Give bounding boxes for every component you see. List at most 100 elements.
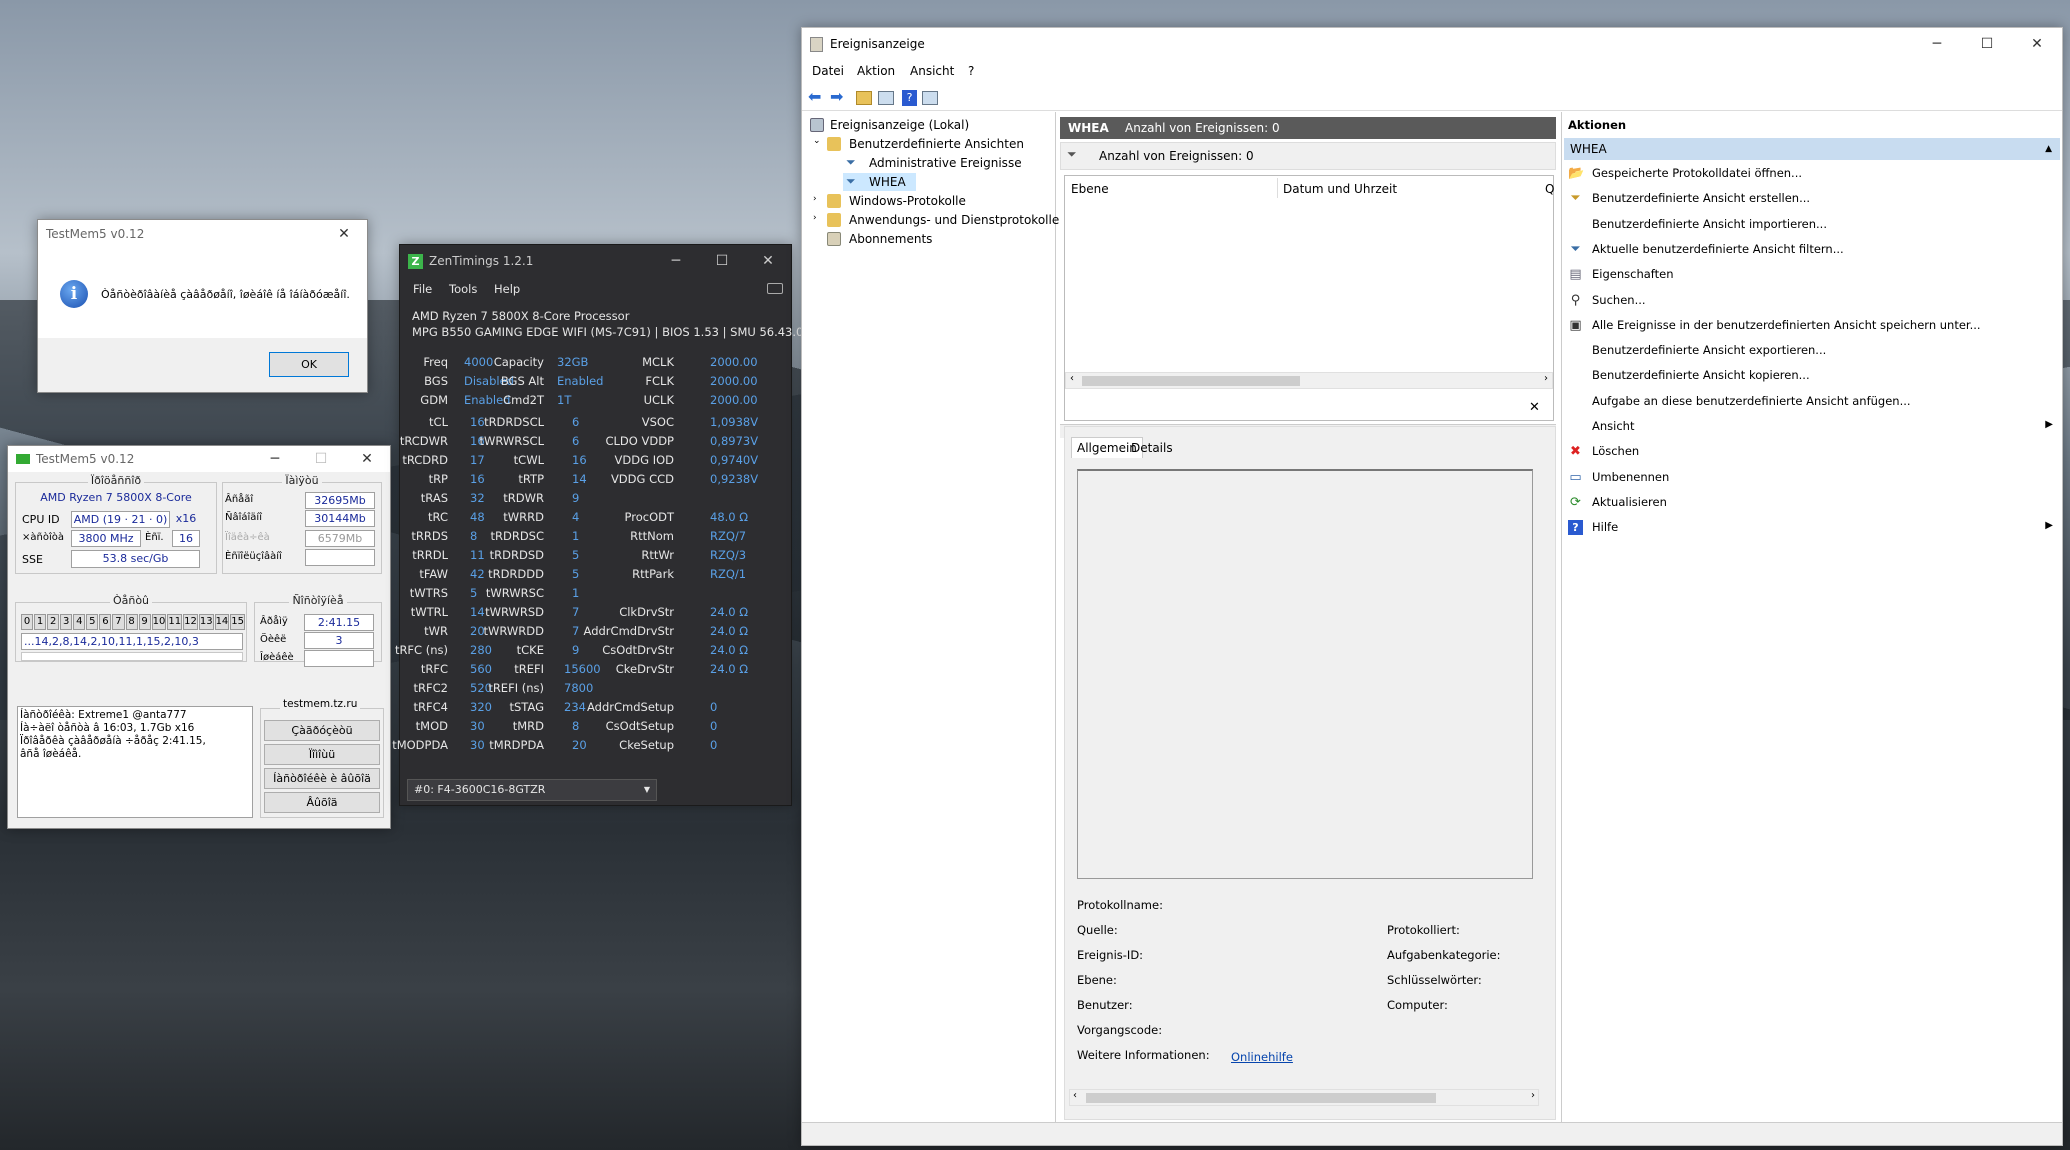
scroll-right-icon[interactable]: ›: [1531, 1090, 1535, 1101]
action-item[interactable]: Suchen...: [1592, 293, 1646, 307]
menu-ansicht[interactable]: Ansicht: [910, 64, 954, 78]
load-config-button[interactable]: Çàãðóçèòü: [264, 720, 380, 741]
action-item[interactable]: Benutzerdefinierte Ansicht exportieren..…: [1592, 343, 1826, 357]
exit-button[interactable]: Âûõîä: [264, 792, 380, 813]
column-separator: [1277, 178, 1278, 198]
timing-value: 24.0 Ω: [710, 624, 749, 638]
timing-value: 9: [572, 643, 580, 657]
property-label: Schlüsselwörter:: [1387, 973, 1482, 987]
preview-pane: Allgemein Details Onlinehilfe ‹ › Protok…: [1064, 426, 1556, 1120]
collapse-up-icon[interactable]: ▲: [2045, 138, 2052, 160]
menu-aktion[interactable]: Aktion: [857, 64, 895, 78]
action-item[interactable]: Umbenennen: [1592, 470, 1669, 484]
property-label: Quelle:: [1077, 923, 1118, 937]
action-item[interactable]: Aufgabe an diese benutzerdefinierte Ansi…: [1592, 394, 1911, 408]
maximize-button[interactable]: ☐: [699, 247, 745, 275]
tree-root[interactable]: Ereignisanzeige (Lokal): [830, 118, 969, 132]
tree-subscriptions[interactable]: Abonnements: [849, 232, 932, 246]
tree-whea[interactable]: WHEA: [869, 175, 906, 189]
events-list[interactable]: Ebene Datum und Uhrzeit Q ‹ ›: [1064, 175, 1554, 421]
test-box: 7: [112, 614, 125, 630]
menu-file[interactable]: File: [413, 282, 432, 296]
forward-arrow-icon[interactable]: ➡: [830, 87, 843, 106]
chevron-right-icon: ▶: [2045, 419, 2053, 430]
action-item[interactable]: Aktualisieren: [1592, 495, 1667, 509]
action-item[interactable]: Hilfe: [1592, 520, 1618, 534]
show-pane-icon[interactable]: [878, 91, 894, 105]
scrollbar-thumb[interactable]: [1082, 376, 1300, 386]
timing-value: 20: [470, 624, 485, 638]
action-item[interactable]: Benutzerdefinierte Ansicht importieren..…: [1592, 217, 1827, 231]
action-item[interactable]: Ansicht: [1592, 419, 1634, 433]
processor-group-title: Ïðîöåññîð: [87, 474, 145, 487]
chevron-right-icon[interactable]: ›: [813, 194, 817, 204]
action-item[interactable]: Eigenschaften: [1592, 267, 1674, 281]
chevron-down-icon[interactable]: ⌄: [813, 136, 821, 146]
action-item[interactable]: Gespeicherte Protokolldatei öffnen...: [1592, 166, 1802, 180]
column-level[interactable]: Ebene: [1071, 182, 1109, 196]
menu-tools[interactable]: Tools: [449, 282, 477, 296]
action-item[interactable]: Alle Ereignisse in der benutzerdefiniert…: [1592, 318, 1981, 332]
close-button[interactable]: ✕: [321, 220, 367, 248]
total-memory-field: 32695Mb: [305, 492, 375, 509]
filter-bar: ⏷ Anzahl von Ereignissen: 0: [1060, 142, 1556, 170]
close-button[interactable]: ✕: [745, 247, 791, 275]
timing-value: 6: [572, 415, 580, 429]
screenshot-camera-icon[interactable]: [767, 283, 783, 294]
test-box: 12: [183, 614, 198, 630]
info-icon: i: [60, 280, 88, 308]
action-item[interactable]: Benutzerdefinierte Ansicht kopieren...: [1592, 368, 1810, 382]
minimize-button[interactable]: ─: [1912, 30, 1962, 58]
help-button[interactable]: Ïîìîùü: [264, 744, 380, 765]
column-date-time[interactable]: Datum und Uhrzeit: [1283, 182, 1397, 196]
back-arrow-icon[interactable]: ⬅: [808, 87, 821, 106]
close-button[interactable]: ✕: [344, 445, 390, 473]
description-box: [1077, 469, 1533, 879]
minimize-button[interactable]: ─: [653, 247, 699, 275]
scrollbar-thumb[interactable]: [1086, 1093, 1436, 1103]
tree-windows-logs[interactable]: Windows-Protokolle: [849, 194, 966, 208]
actions-section-header[interactable]: WHEA ▲: [1564, 138, 2060, 160]
actions-section-title: WHEA: [1570, 142, 1607, 156]
show-action-pane-icon[interactable]: [922, 91, 938, 105]
window-title: TestMem5 v0.12: [36, 452, 135, 466]
timing-value: 24.0 Ω: [710, 643, 749, 657]
menu-help[interactable]: ?: [968, 64, 974, 78]
sse-label: SSE: [22, 553, 43, 566]
tree-administrative-events[interactable]: Administrative Ereignisse: [869, 156, 1022, 170]
timing-value: 8: [470, 529, 478, 543]
tree-custom-views[interactable]: Benutzerdefinierte Ansichten: [849, 137, 1024, 151]
minimize-button[interactable]: ─: [252, 445, 298, 473]
site-link[interactable]: testmem.tz.ru: [280, 698, 361, 710]
swap-label: Ïîäêà÷êà: [225, 532, 270, 543]
column-q[interactable]: Q: [1545, 182, 1554, 196]
window-title: Ereignisanzeige: [830, 37, 925, 51]
tree-app-service-logs[interactable]: Anwendungs- und Dienstprotokolle: [849, 213, 1059, 227]
horizontal-scrollbar[interactable]: ‹ ›: [1065, 372, 1553, 389]
action-item[interactable]: Benutzerdefinierte Ansicht erstellen...: [1592, 191, 1810, 205]
action-item[interactable]: Aktuelle benutzerdefinierte Ansicht filt…: [1592, 242, 1844, 256]
scroll-left-icon[interactable]: ‹: [1073, 1090, 1077, 1101]
tab-details[interactable]: Details: [1131, 441, 1173, 455]
timing-label: tRP: [428, 472, 448, 486]
preview-horizontal-scrollbar[interactable]: ‹ ›: [1069, 1089, 1539, 1106]
action-item[interactable]: Löschen: [1592, 444, 1639, 458]
menu-help[interactable]: Help: [494, 282, 520, 296]
log-textarea[interactable]: Íàñòðîéêà: Extreme1 @anta777 Íà÷àëî òåñò…: [17, 706, 253, 818]
menu-datei[interactable]: Datei: [812, 64, 844, 78]
scroll-right-icon[interactable]: ›: [1544, 373, 1548, 384]
ok-button[interactable]: OK: [269, 352, 349, 377]
test-box: 14: [214, 614, 230, 630]
close-preview-icon[interactable]: ✕: [1529, 400, 1540, 415]
help-icon[interactable]: ?: [902, 90, 917, 106]
settings-exit-button[interactable]: Íàñòðîéêè è âûõîä: [264, 768, 380, 789]
timing-value: 6: [572, 434, 580, 448]
timing-label: CsOdtSetup: [605, 719, 674, 733]
online-help-link[interactable]: Onlinehilfe: [1231, 1050, 1293, 1064]
up-folder-icon[interactable]: [856, 91, 872, 105]
maximize-button[interactable]: ☐: [1962, 30, 2012, 58]
dimm-select[interactable]: #0: F4-3600C16-8GTZR ▼: [407, 779, 657, 801]
close-button[interactable]: ✕: [2012, 30, 2062, 58]
chevron-right-icon[interactable]: ›: [813, 213, 817, 223]
scroll-left-icon[interactable]: ‹: [1070, 373, 1074, 384]
